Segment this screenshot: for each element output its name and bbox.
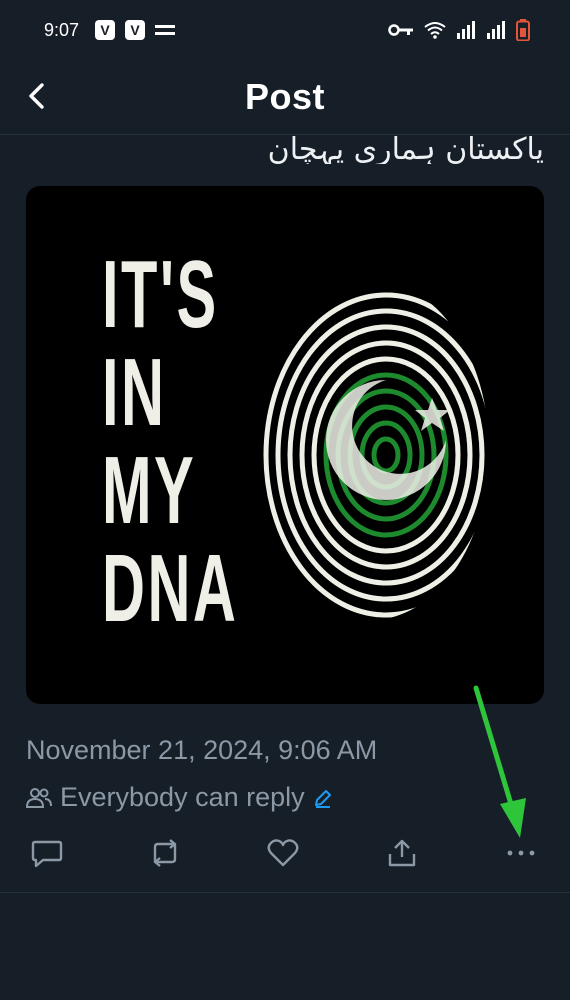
repost-icon	[153, 839, 177, 867]
fingerprint-flag-graphic	[253, 280, 489, 620]
header: Post	[0, 60, 570, 135]
post-timestamp: November 21, 2024, 9:06 AM	[26, 735, 378, 765]
reply-setting-label: Everybody can reply	[60, 782, 305, 812]
chevron-left-icon	[29, 83, 44, 109]
back-button[interactable]	[18, 78, 54, 114]
edit-pencil-icon[interactable]	[313, 788, 333, 808]
menu-lines-icon	[155, 25, 176, 35]
more-icon	[507, 850, 535, 856]
status-left: 9:07 V V	[44, 19, 176, 41]
share-icon	[388, 839, 416, 867]
image-text-line: IN	[102, 339, 167, 446]
image-text-line: DNA	[102, 535, 239, 642]
signal-icon	[487, 21, 505, 39]
status-right	[388, 19, 530, 41]
key-icon	[388, 24, 413, 36]
heart-icon	[267, 839, 299, 867]
like-button[interactable]	[262, 832, 304, 874]
image-text-line: MY	[102, 437, 197, 544]
reply-button[interactable]	[26, 832, 68, 874]
divider	[0, 892, 570, 893]
image-text-line: IT'S	[102, 241, 219, 348]
signal-icon	[457, 21, 475, 39]
status-bar: 9:07 V V	[0, 0, 570, 60]
reply-setting[interactable]: Everybody can reply	[26, 782, 333, 813]
battery-icon	[516, 19, 530, 41]
people-icon	[26, 787, 52, 808]
post-image[interactable]: IT'S IN MY DNA	[26, 186, 544, 704]
share-button[interactable]	[381, 832, 423, 874]
post-text: پاکستان ہماری پہچان	[267, 132, 544, 164]
image-text: IT'S IN MY DNA	[102, 241, 239, 642]
repost-button[interactable]	[144, 832, 186, 874]
annotation-arrow-icon	[473, 685, 526, 838]
comment-icon	[31, 840, 63, 868]
wifi-icon	[424, 22, 446, 39]
app-badge-icon: V	[125, 20, 146, 40]
page-title: Post	[244, 76, 325, 117]
app-badge-icon: V	[95, 20, 116, 40]
status-time: 9:07	[44, 19, 80, 40]
